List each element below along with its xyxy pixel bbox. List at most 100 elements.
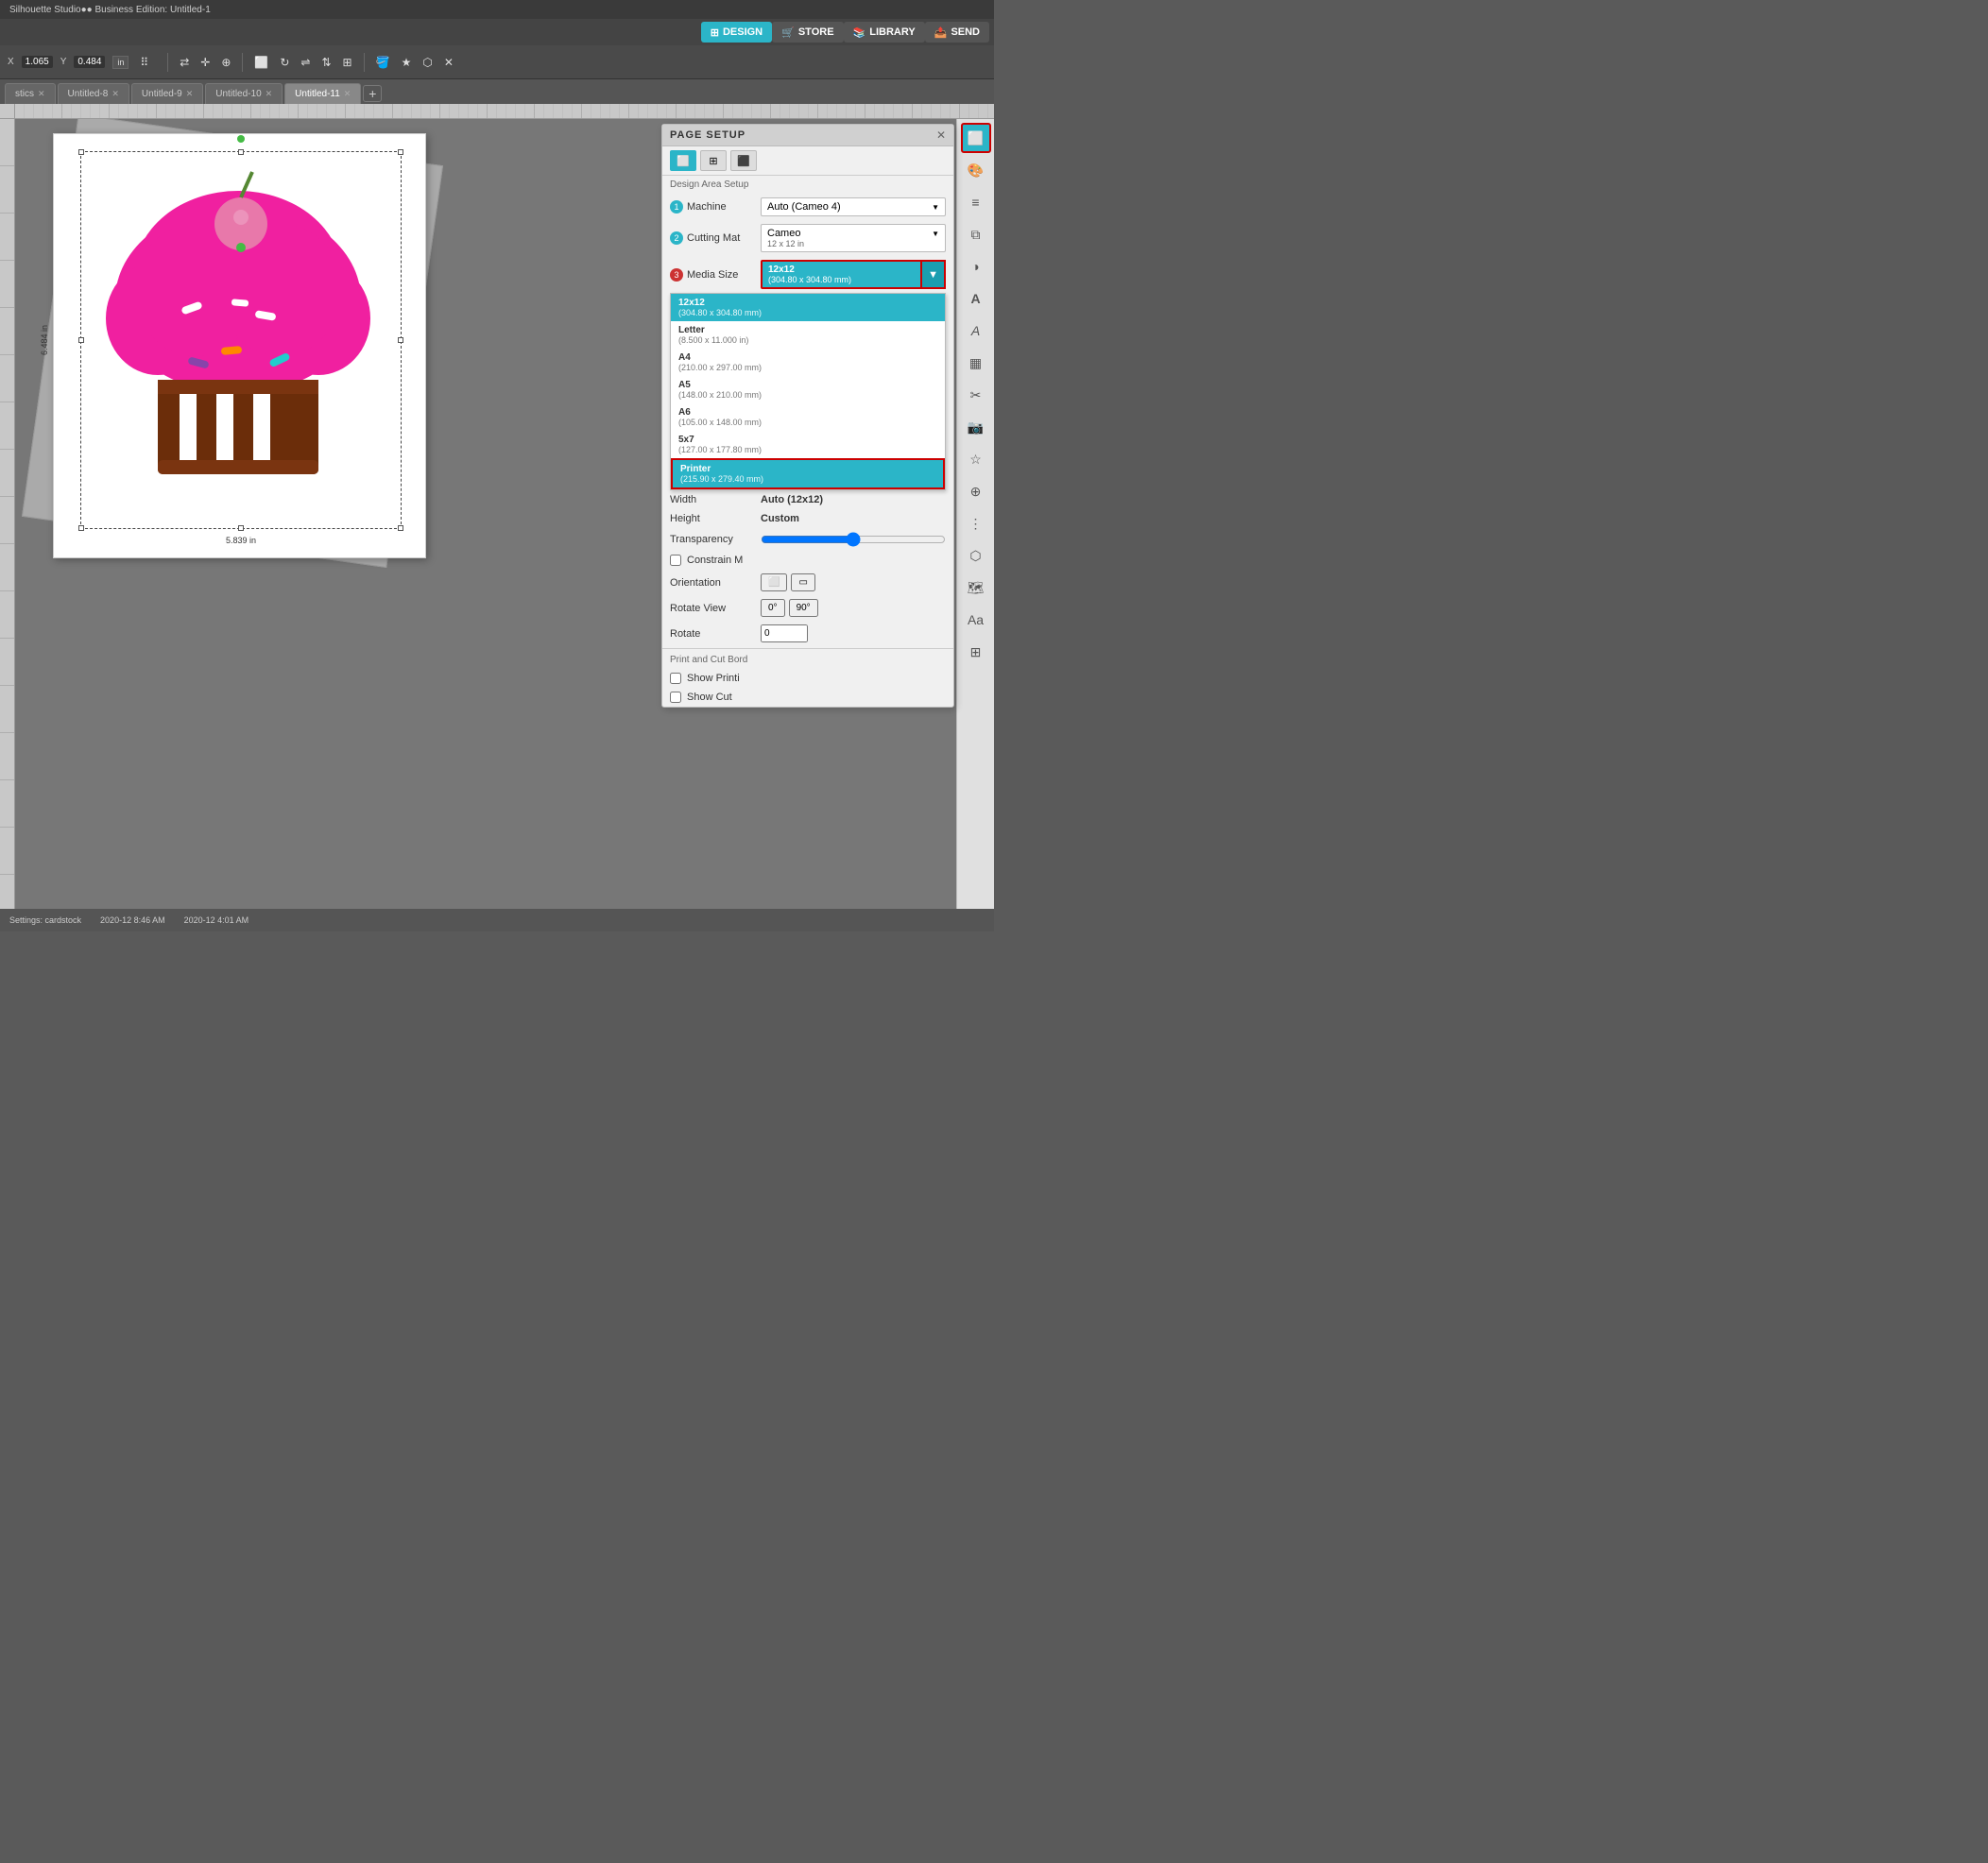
rotate-view-buttons: 0° 90° <box>761 599 818 617</box>
cutting-mat-dropdown[interactable]: Cameo ▼ 12 x 12 in <box>761 224 946 252</box>
sidebar-layers-icon[interactable]: ⧉ <box>961 219 991 249</box>
sidebar-scissors-icon[interactable]: ✂ <box>961 380 991 410</box>
handle-tl[interactable] <box>78 149 84 155</box>
height-label: Height <box>670 513 755 524</box>
panel-tab-2[interactable]: ⊞ <box>700 150 727 171</box>
sidebar-page-setup-icon[interactable]: ⬜ <box>961 123 991 153</box>
handle-br[interactable] <box>398 525 403 531</box>
dropdown-item-printer[interactable]: Printer (215.90 x 279.40 mm) <box>671 458 945 489</box>
sidebar-grid-icon[interactable]: ⊞ <box>961 637 991 667</box>
panel-tab-3[interactable]: ⬛ <box>730 150 757 171</box>
ruler-corner <box>0 104 15 119</box>
media-size-arrow-btn[interactable]: ▼ <box>920 260 946 289</box>
store-nav-btn[interactable]: 🛒 STORE <box>772 22 843 43</box>
title-bar: Silhouette Studio●● Business Edition: Un… <box>0 0 994 19</box>
rotate-handle[interactable] <box>237 135 245 143</box>
dropdown-item-5x7[interactable]: 5x7 (127.00 x 177.80 mm) <box>671 431 945 458</box>
rotate-label: Rotate <box>670 628 755 640</box>
panel-close-button[interactable]: ✕ <box>936 128 946 142</box>
design-nav-btn[interactable]: ⊞ DESIGN <box>701 22 772 43</box>
dropdown-item-12x12[interactable]: 12x12 (304.80 x 304.80 mm) <box>671 294 945 321</box>
tab-untitled11[interactable]: Untitled-11 ✕ <box>284 83 361 104</box>
media-size-dropdown[interactable]: 12x12 (304.80 x 304.80 mm) ▼ <box>761 260 946 289</box>
tab-untitled8-close[interactable]: ✕ <box>111 89 119 99</box>
transform-icon[interactable]: ⇄ <box>176 54 193 71</box>
show-print-checkbox[interactable] <box>670 673 681 684</box>
handle-tr[interactable] <box>398 149 403 155</box>
star2-icon[interactable]: ★ <box>398 54 416 71</box>
rotate-input[interactable] <box>761 624 808 642</box>
transparency-slider[interactable] <box>761 532 946 547</box>
tab-statistics-close[interactable]: ✕ <box>38 89 45 99</box>
dropdown-item-a4[interactable]: A4 (210.00 x 297.00 mm) <box>671 349 945 376</box>
ruler-row <box>0 104 994 119</box>
orientation-portrait-btn[interactable]: ⬜ <box>761 573 787 591</box>
library-nav-btn[interactable]: 📚 LIBRARY <box>844 22 925 43</box>
fill-icon[interactable]: 🪣 <box>372 54 394 71</box>
sidebar-text-icon[interactable]: A <box>961 283 991 314</box>
crosshair-icon[interactable]: ⊕ <box>217 54 234 71</box>
handle-bl[interactable] <box>78 525 84 531</box>
panel-tab-1[interactable]: ⬜ <box>670 150 696 171</box>
group-icon[interactable]: ⬡ <box>419 54 436 71</box>
tab-untitled8[interactable]: Untitled-8 ✕ <box>58 83 129 104</box>
tab-untitled9[interactable]: Untitled-9 ✕ <box>131 83 203 104</box>
tab-untitled10-close[interactable]: ✕ <box>266 89 273 99</box>
dropdown-item-letter[interactable]: Letter (8.500 x 11.000 in) <box>671 321 945 349</box>
sidebar-color-icon[interactable]: 🎨 <box>961 155 991 185</box>
cutting-mat-label: 2 Cutting Mat <box>670 231 755 245</box>
show-cut-checkbox[interactable] <box>670 692 681 703</box>
width-value: Auto (12x12) <box>761 494 946 505</box>
chart-icon-symbol: ▦ <box>969 355 982 371</box>
media-size-dropdown-list: 12x12 (304.80 x 304.80 mm) Letter (8.500… <box>670 293 946 490</box>
sidebar-dots-icon[interactable]: ⋮ <box>961 508 991 538</box>
constrain-checkbox[interactable] <box>670 555 681 566</box>
constrain-label: Constrain M <box>687 555 743 566</box>
ruler-vertical <box>0 119 15 909</box>
sidebar-camera-icon[interactable]: 📷 <box>961 412 991 442</box>
sidebar-map-icon[interactable]: 🗺 <box>961 573 991 603</box>
panel-tabs: ⬜ ⊞ ⬛ <box>662 146 953 176</box>
grid-dots-icon: ⠿ <box>136 54 152 71</box>
resize-icon[interactable]: ⬜ <box>250 54 272 71</box>
sidebar-font-icon[interactable]: A <box>961 316 991 346</box>
sidebar-chart-icon[interactable]: ▦ <box>961 348 991 378</box>
handle-mr[interactable] <box>398 337 403 343</box>
show-cut-label: Show Cut <box>687 692 732 703</box>
sidebar-contrast-icon[interactable]: ◑ <box>961 251 991 282</box>
tab-untitled11-close[interactable]: ✕ <box>344 89 351 99</box>
rotate-icon[interactable]: ↻ <box>276 54 293 71</box>
handle-bc[interactable] <box>238 525 244 531</box>
units-button[interactable]: in <box>112 56 129 69</box>
dropdown-item-a6[interactable]: A6 (105.00 x 148.00 mm) <box>671 403 945 431</box>
tab-statistics[interactable]: stics ✕ <box>5 83 56 104</box>
align-icon[interactable]: ⊞ <box>339 54 356 71</box>
sidebar-puzzle-icon[interactable]: ⊕ <box>961 476 991 506</box>
handle-tc[interactable] <box>238 149 244 155</box>
sidebar-star-icon[interactable]: ☆ <box>961 444 991 474</box>
x-label: X <box>8 57 14 67</box>
orientation-landscape-btn[interactable]: ▭ <box>791 573 814 591</box>
lines-icon-symbol: ≡ <box>971 195 979 210</box>
flip-v-icon[interactable]: ⇅ <box>317 54 334 71</box>
rotate-view-0-btn[interactable]: 0° <box>761 599 785 617</box>
move-icon[interactable]: ✛ <box>197 54 214 71</box>
dropdown-item-a5[interactable]: A5 (148.00 x 210.00 mm) <box>671 376 945 403</box>
handle-ml[interactable] <box>78 337 84 343</box>
design-label: DESIGN <box>723 26 763 38</box>
tab-untitled10[interactable]: Untitled-10 ✕ <box>205 83 283 104</box>
media-size-value: 12x12 <box>768 265 917 275</box>
new-tab-button[interactable]: + <box>363 85 382 102</box>
flip-h-icon[interactable]: ⇌ <box>297 54 314 71</box>
rotate-view-90-btn[interactable]: 90° <box>789 599 818 617</box>
tab-untitled9-label: Untitled-9 <box>142 89 182 99</box>
send-nav-btn[interactable]: 📤 SEND <box>925 22 989 43</box>
sidebar-textformat-icon[interactable]: Aa <box>961 605 991 635</box>
sidebar-box3d-icon[interactable]: ⬡ <box>961 540 991 571</box>
sidebar-lines-icon[interactable]: ≡ <box>961 187 991 217</box>
machine-dropdown[interactable]: Auto (Cameo 4) ▼ <box>761 197 946 216</box>
media-size-num: 3 <box>670 268 683 282</box>
tab-untitled9-close[interactable]: ✕ <box>186 89 194 99</box>
tabs-bar: stics ✕ Untitled-8 ✕ Untitled-9 ✕ Untitl… <box>0 79 994 104</box>
delete-icon[interactable]: ✕ <box>440 54 457 71</box>
